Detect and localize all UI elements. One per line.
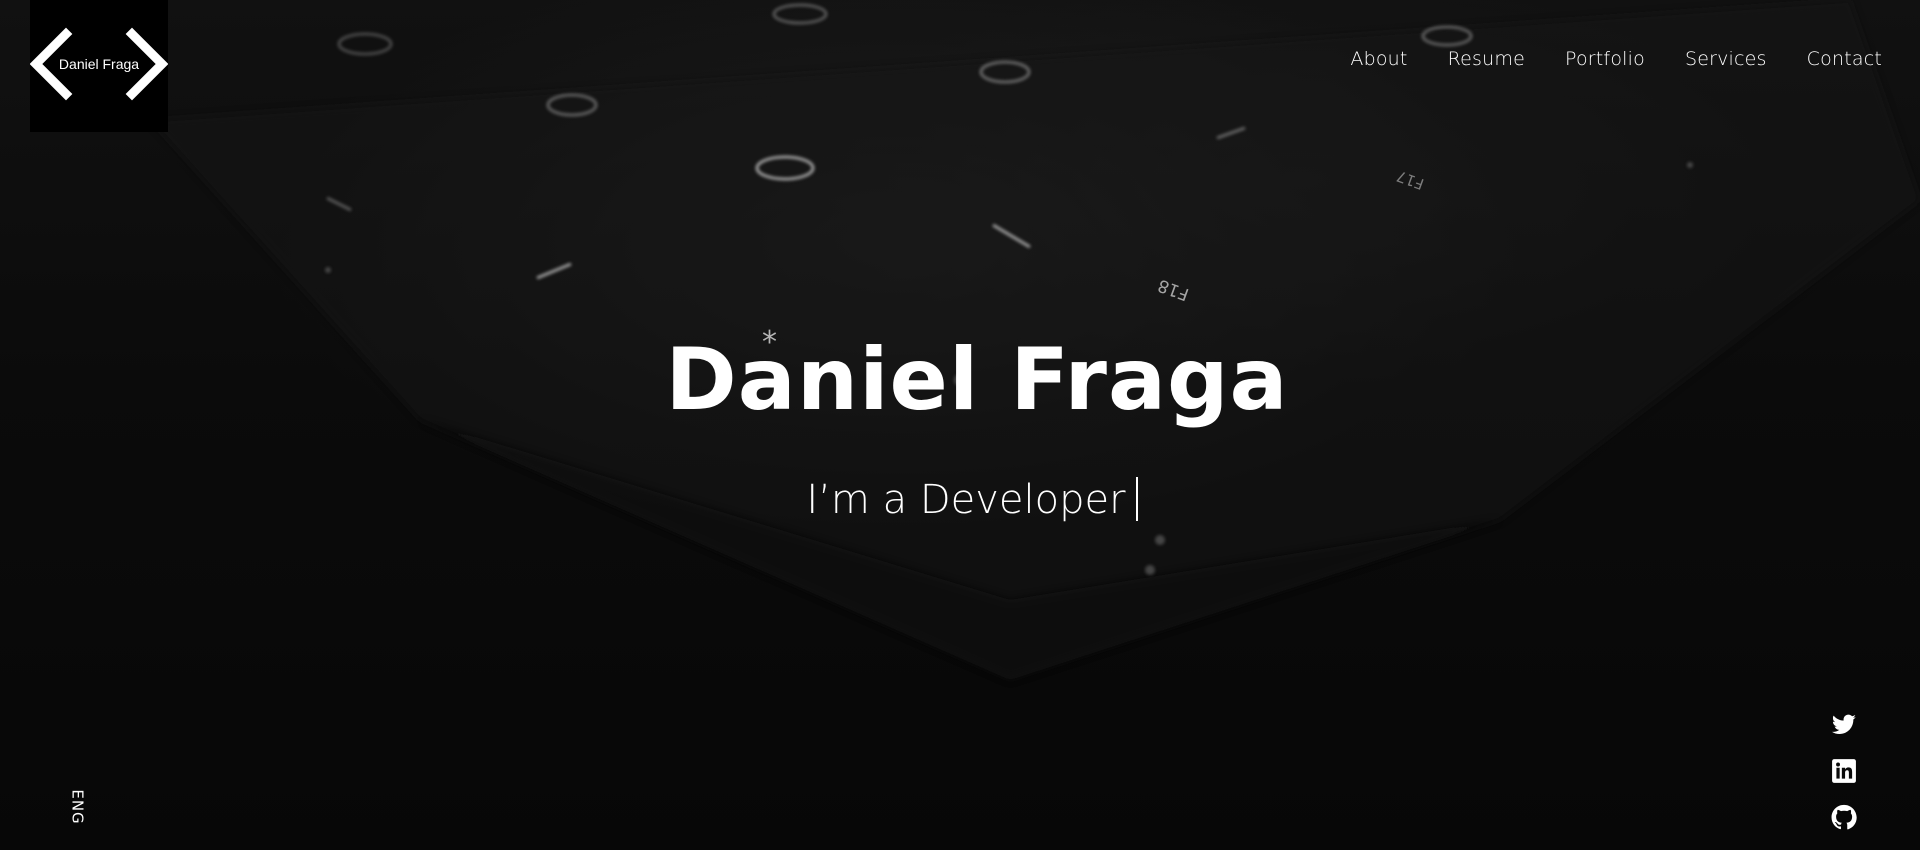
twitter-link[interactable]: [1830, 712, 1858, 738]
hero-subtitle-wrapper: I’m a Developer: [0, 474, 1920, 526]
nav-services[interactable]: Services: [1685, 48, 1767, 70]
github-link[interactable]: [1830, 804, 1858, 830]
linkedin-icon: [1832, 759, 1856, 783]
linkedin-link[interactable]: [1830, 758, 1858, 784]
nav-portfolio[interactable]: Portfolio: [1565, 48, 1645, 70]
hero-title: Daniel Fraga: [665, 330, 1289, 430]
hero-section: F18 F17 * Daniel Fraga About Resume Port…: [0, 0, 1920, 850]
nav-about[interactable]: About: [1350, 48, 1407, 70]
language-switcher[interactable]: ENG: [69, 789, 87, 824]
site-logo[interactable]: Daniel Fraga: [30, 0, 168, 132]
twitter-icon: [1831, 714, 1856, 734]
nav-resume[interactable]: Resume: [1448, 48, 1525, 70]
github-icon: [1831, 804, 1857, 830]
main-nav: About Resume Portfolio Services Contact: [1350, 48, 1882, 70]
hero-subtitle: I’m a Developer: [806, 477, 1126, 523]
nav-contact[interactable]: Contact: [1807, 48, 1882, 70]
logo-text: Daniel Fraga: [58, 56, 140, 72]
social-links: [1830, 712, 1858, 830]
typing-cursor: [1135, 477, 1138, 521]
